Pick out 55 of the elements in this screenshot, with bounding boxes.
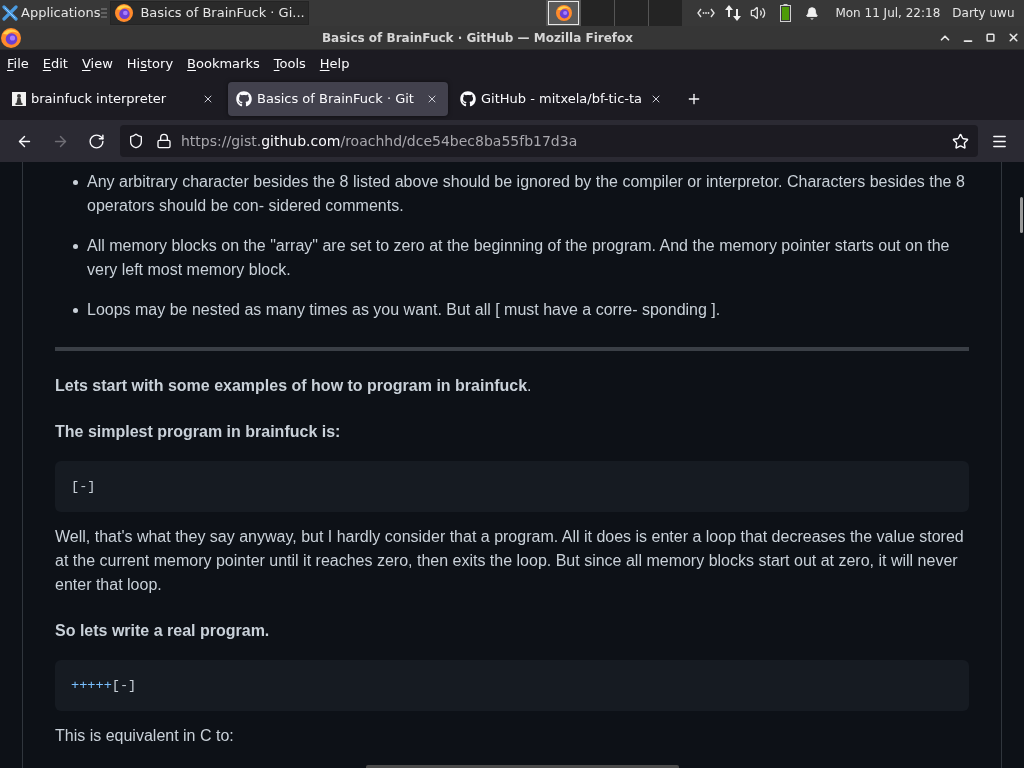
scrollbar-thumb[interactable]: [1020, 197, 1023, 233]
octocat-icon: [236, 91, 252, 107]
browser-logo-icon: [1, 27, 21, 48]
url-text[interactable]: https://gist.github.com/roachhd/dce54bec8ba55fb17d3a: [181, 130, 578, 152]
panel-handle-icon[interactable]: [101, 7, 108, 19]
list-item-text: All memory blocks on the "array" are set to zero at the beginning of the program. And the memory pointer starts out on the very left most memory block.: [87, 236, 951, 280]
bell-icon[interactable]: [805, 5, 820, 21]
network-icon[interactable]: [697, 8, 716, 18]
transfer-arrows-icon[interactable]: [724, 4, 743, 22]
pawn-icon: [12, 92, 26, 106]
close-icon: [1006, 31, 1020, 44]
bullet-icon: [73, 244, 78, 249]
code-block: [-]: [55, 461, 969, 512]
x-logo-icon: [2, 5, 18, 21]
lock-icon[interactable]: [156, 133, 172, 149]
address-bar[interactable]: https://gist.github.com/roachhd/dce54bec8ba55fb17d3a: [120, 125, 978, 157]
maximize-icon: [986, 33, 995, 42]
close-icon: [202, 93, 214, 105]
menu-item[interactable]: Edit: [35, 52, 75, 76]
paragraph: The simplest program in brainfuck is:: [55, 422, 342, 442]
shield-icon[interactable]: [128, 133, 144, 149]
menu-item[interactable]: History: [119, 52, 181, 76]
browser-tab[interactable]: Basics of BrainFuck · Git: [228, 82, 448, 116]
menu-item[interactable]: View: [74, 52, 120, 76]
browser-logo-icon: [555, 5, 572, 21]
octocat-icon: [460, 91, 476, 107]
paragraph: Lets start with some examples of how to program in brainfuck.: [55, 376, 533, 396]
menu-item[interactable]: Tools: [266, 52, 313, 76]
menu-item[interactable]: Help: [312, 52, 357, 76]
clock-text[interactable]: Mon 11 Jul, 22:18: [835, 4, 941, 22]
bookmark-star-button[interactable]: [950, 131, 970, 151]
browser-tab[interactable]: brainfuck interpreter: [4, 82, 224, 116]
volume-icon[interactable]: [750, 5, 767, 21]
close-icon: [650, 93, 662, 105]
bullet-icon: [73, 180, 78, 185]
code-block: +++++[-]: [55, 660, 969, 711]
window-title: Basics of BrainFuck · GitHub — Mozilla Firefox: [321, 29, 634, 47]
star-icon: [951, 132, 969, 150]
battery-icon[interactable]: [780, 4, 792, 22]
list-item-text: Any arbitrary character besides the 8 listed above should be ignored by the compiler or interpretor. Characters besides the 8 operators should be con- sidered comments.: [87, 172, 966, 216]
close-icon: [426, 93, 438, 105]
plus-icon: [686, 91, 702, 107]
browser-logo-icon: [115, 4, 134, 22]
applications-menu-button[interactable]: Applications: [0, 0, 101, 26]
paragraph: Well, that's what they say anyway, but I hardly consider that a program. All it does is enter a loop that decreases the value stored at the current memory pointer until it reaches zero, then exits the loop. But since all memory blocks start out at zero, it will never enter that loop.: [55, 527, 965, 595]
taskbar-window-button[interactable]: Basics of BrainFuck · Gi...: [110, 1, 310, 25]
user-name[interactable]: Darty uwu: [952, 4, 1015, 22]
bullet-icon: [73, 308, 78, 313]
reload-icon: [87, 132, 105, 150]
menu-item[interactable]: File: [0, 52, 36, 76]
menu-item[interactable]: Bookmarks: [180, 52, 267, 76]
browser-tab[interactable]: GitHub - mitxela/bf-tic-ta: [452, 82, 672, 116]
list-item-text: Loops may be nested as many times as you want. But all [ must have a corre- sponding ].: [87, 300, 722, 320]
paragraph: So lets write a real program.: [55, 621, 271, 641]
paragraph: This is equivalent in C to:: [55, 726, 235, 746]
